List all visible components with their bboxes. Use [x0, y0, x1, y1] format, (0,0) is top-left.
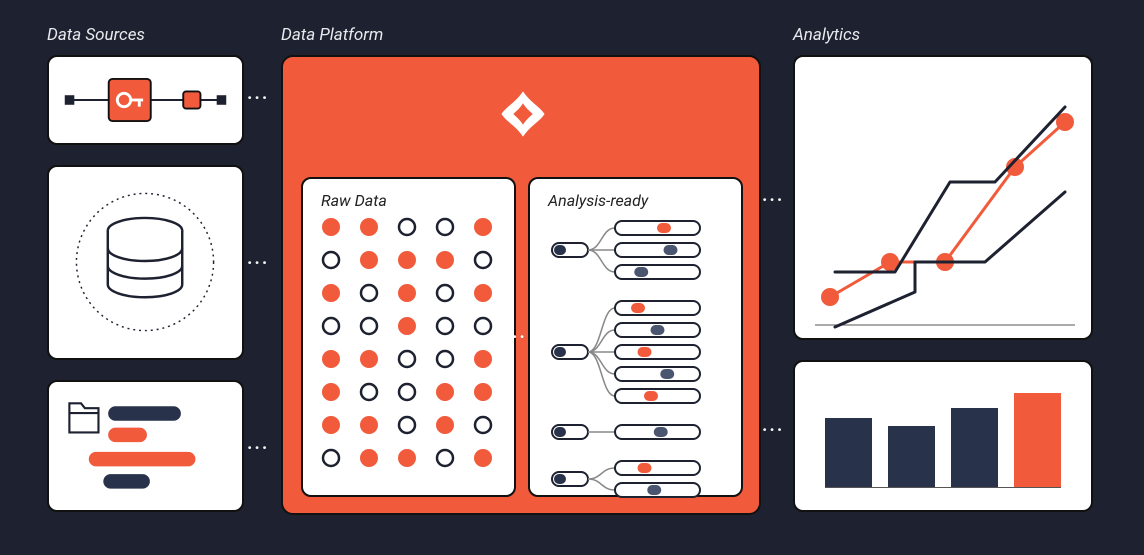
- raw-data-dots: [303, 179, 518, 499]
- api-key-icon: [49, 57, 242, 143]
- connector-dots: ···: [247, 438, 269, 459]
- section-label-analytics: Analytics: [793, 25, 860, 45]
- source-card-database: [47, 165, 244, 360]
- platform-logo-icon: [496, 87, 550, 141]
- analytics-line-chart-card: [793, 55, 1093, 340]
- analysis-ready-tree: [530, 179, 745, 499]
- analytics-bar-chart-card: [793, 360, 1093, 512]
- connector-dots: ···: [247, 88, 269, 109]
- raw-data-title: Raw Data: [321, 191, 387, 210]
- connector-dots: ··: [512, 327, 527, 348]
- line-chart: [795, 57, 1095, 342]
- connector-dots: ···: [247, 253, 269, 274]
- analysis-ready-title: Analysis-ready: [548, 191, 648, 210]
- database-icon: [49, 167, 242, 358]
- connector-dots: ···: [762, 190, 784, 211]
- bar-chart: [825, 388, 1061, 488]
- files-icon: [49, 382, 242, 510]
- analysis-ready-card: Analysis-ready: [528, 177, 743, 497]
- bar-c: [951, 408, 998, 487]
- section-label-sources: Data Sources: [47, 25, 145, 45]
- bar-d: [1014, 393, 1061, 487]
- raw-data-card: Raw Data: [301, 177, 516, 497]
- source-card-api: [47, 55, 244, 145]
- bar-b: [888, 426, 935, 487]
- section-label-platform: Data Platform: [281, 25, 383, 45]
- data-platform-panel: Raw Data Analysis-ready ··: [281, 55, 761, 515]
- source-card-files: [47, 380, 244, 512]
- bar-a: [825, 418, 872, 487]
- connector-dots: ···: [762, 420, 784, 441]
